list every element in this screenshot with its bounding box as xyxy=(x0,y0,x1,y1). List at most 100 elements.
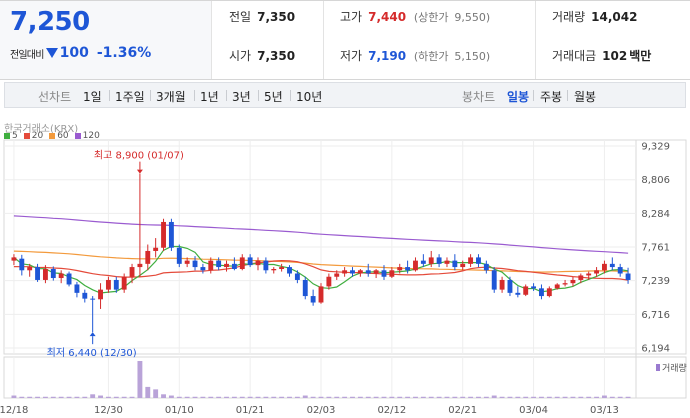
volume-bar xyxy=(586,396,592,398)
volume-bar xyxy=(137,361,143,398)
volume-bar xyxy=(82,396,88,398)
volume-bar xyxy=(334,396,340,398)
candle-body xyxy=(546,288,552,297)
volume-bar xyxy=(19,396,25,398)
candle-body xyxy=(609,263,615,268)
volume-bar xyxy=(476,396,481,398)
volume-pane-frame xyxy=(3,356,687,399)
candle-body xyxy=(50,269,56,279)
volume-bar xyxy=(247,396,253,398)
volume-bar xyxy=(271,396,277,398)
candle-body xyxy=(66,273,72,285)
volume-bar xyxy=(507,396,513,398)
candle-body xyxy=(176,247,182,264)
volume-bar xyxy=(413,396,418,398)
candle-body xyxy=(168,221,174,248)
volume-bar xyxy=(602,395,607,398)
candle-body xyxy=(302,279,308,297)
volume-bar xyxy=(145,386,151,398)
candle-body xyxy=(523,286,529,295)
volume-bar xyxy=(121,396,127,398)
candle-body xyxy=(216,260,222,268)
volume-bar xyxy=(381,396,387,398)
volume-bar xyxy=(562,396,568,398)
volume-bar xyxy=(420,396,426,398)
candle-body xyxy=(74,284,80,293)
x-tick-label: 02/12 xyxy=(377,405,406,416)
candle-body xyxy=(499,279,505,290)
candle-body xyxy=(413,260,418,271)
volume-bar xyxy=(66,396,72,398)
candle-body xyxy=(476,257,481,264)
volume-bar xyxy=(531,396,537,398)
volume-bar xyxy=(310,396,316,398)
candle-body xyxy=(468,257,474,264)
volume-bar xyxy=(483,396,489,398)
candle-body xyxy=(531,286,537,289)
candle-body xyxy=(279,267,285,270)
candle-body xyxy=(137,263,143,268)
volume-bar xyxy=(389,396,395,398)
volume-bar xyxy=(200,396,206,398)
volume-bar xyxy=(74,396,80,398)
volume-bar xyxy=(98,395,103,398)
candle-body xyxy=(200,267,206,271)
candle-body xyxy=(625,273,631,280)
x-tick-label: 01/10 xyxy=(165,405,194,416)
candle-body xyxy=(105,279,111,290)
volume-bar xyxy=(129,396,135,398)
candle-body xyxy=(381,270,387,277)
candle-body xyxy=(129,267,135,277)
price-chart[interactable]: 9,329 8,806 8,284 7,761 7,239 6,716 6,194 12/18… xyxy=(0,0,690,418)
volume-bar xyxy=(113,396,119,398)
x-tick-label: 12/30 xyxy=(94,405,123,416)
candle-body xyxy=(208,260,214,271)
volume-bar xyxy=(523,396,529,398)
x-tick-label: 03/13 xyxy=(590,405,619,416)
candle-body xyxy=(436,257,442,264)
candle-body xyxy=(397,267,403,271)
volume-bar xyxy=(594,396,600,398)
candle-body xyxy=(405,267,411,271)
candle-body xyxy=(263,260,269,271)
candle-body xyxy=(98,289,103,300)
candle-body xyxy=(373,270,379,274)
x-tick-label: 02/03 xyxy=(307,405,336,416)
candle-body xyxy=(19,258,25,271)
volume-bar xyxy=(554,396,560,398)
volume-bar xyxy=(570,396,576,398)
min-marker-icon xyxy=(89,332,96,337)
volume-bar xyxy=(436,396,442,398)
volume-bar xyxy=(428,396,434,398)
candle-body xyxy=(11,257,17,261)
candle-body xyxy=(617,267,623,274)
volume-bar xyxy=(302,395,308,398)
candle-body xyxy=(231,263,237,270)
candle-body xyxy=(539,288,544,297)
candle-body xyxy=(145,250,151,264)
volume-bar xyxy=(50,396,56,398)
candle-body xyxy=(578,275,584,280)
x-tick-label: 02/21 xyxy=(448,405,477,416)
candle-body xyxy=(153,247,159,251)
max-marker-icon xyxy=(136,169,143,174)
volume-bar xyxy=(255,396,261,398)
volume-bar xyxy=(176,396,182,398)
volume-bar xyxy=(35,396,40,398)
candle-body xyxy=(224,263,229,268)
volume-bar xyxy=(578,396,584,398)
candle-body xyxy=(357,270,363,274)
candle-body xyxy=(35,267,40,280)
volume-bar xyxy=(342,396,348,398)
volume-bar xyxy=(279,396,285,398)
volume-bar xyxy=(499,396,505,398)
volume-bar xyxy=(192,396,198,398)
candle-body xyxy=(491,270,497,290)
x-tick-label: 12/18 xyxy=(0,405,28,416)
candle-body xyxy=(161,221,166,248)
candle-body xyxy=(334,273,340,277)
volume-bar xyxy=(11,395,17,398)
volume-bar xyxy=(287,396,292,398)
candle-body xyxy=(515,292,521,295)
volume-bar xyxy=(326,396,332,398)
